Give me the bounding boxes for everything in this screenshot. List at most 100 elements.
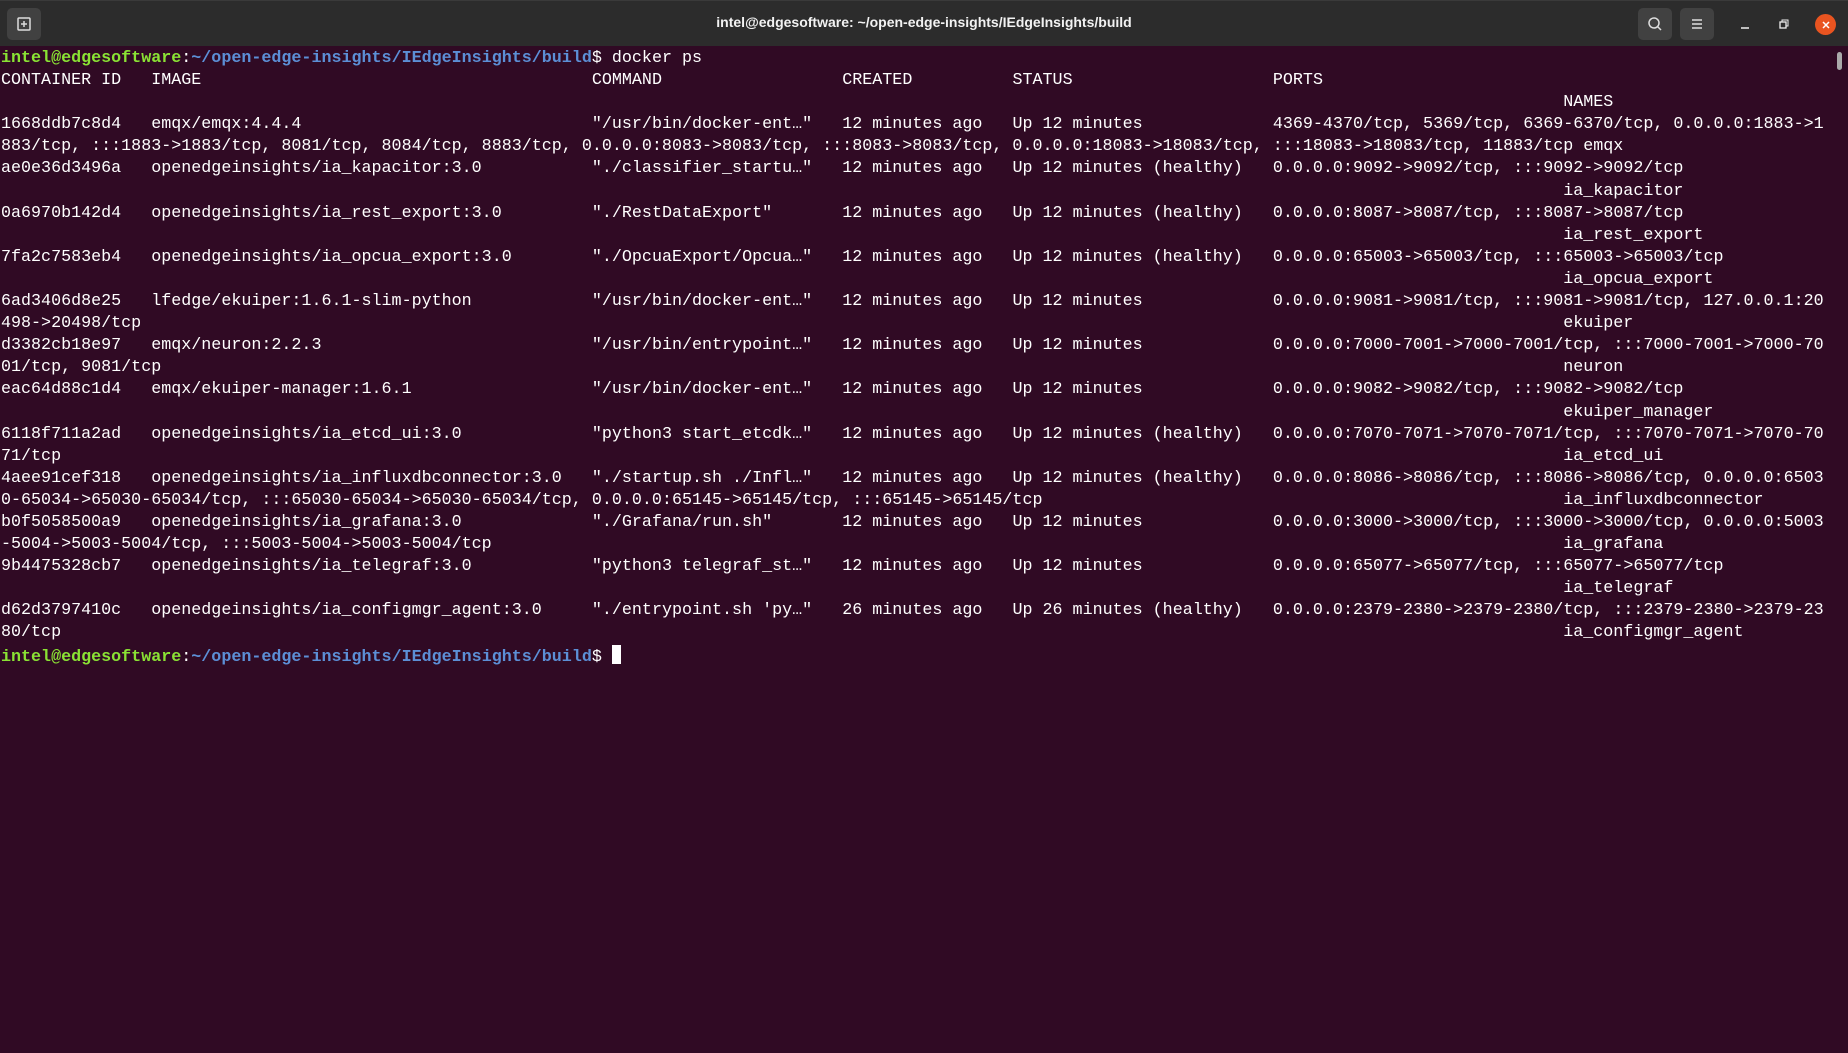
status-cell: Up 12 minutes [1012, 557, 1143, 577]
container-id-cell: eac64d88c1d4 [1, 380, 122, 400]
created-cell: 26 minutes ago [842, 601, 983, 621]
prompt-path: ~/open-edge-insights/IEdgeInsights/build [191, 49, 592, 68]
hamburger-menu-icon [1692, 19, 1702, 29]
status-cell: Up 12 minutes (healthy) [1012, 159, 1243, 179]
command-cell: "/usr/bin/docker-ent…" [591, 115, 813, 135]
status-cell: Up 26 minutes (healthy) [1012, 601, 1243, 621]
command-cell: "./classifier_startu…" [591, 159, 813, 179]
container-id-cell: 4aee91cef318 [1, 468, 122, 488]
container-id-cell: b0f5058500a9 [1, 512, 122, 532]
docker-ps-table: CONTAINER ID IMAGE COMMAND CREATED STATU… [1, 70, 1841, 644]
names-cell: emqx [1583, 137, 1624, 157]
table-row: d62d3797410c openedgeinsights/ia_configm… [1, 600, 1834, 644]
command-cell: "/usr/bin/docker-ent…" [591, 292, 813, 312]
table-row: 7fa2c7583eb4 openedgeinsights/ia_opcua_e… [1, 247, 1834, 291]
close-icon [1821, 20, 1830, 29]
created-cell: 12 minutes ago [842, 468, 983, 488]
ports-cell: PORTS [1272, 71, 1323, 91]
ports-cell: 0.0.0.0:65003->65003/tcp, :::65003->6500… [1272, 247, 1724, 267]
prompt-symbol: $ [591, 49, 612, 68]
prompt-user-host: intel@edgesoftware [1, 647, 182, 667]
container-id-cell: 1668ddb7c8d4 [1, 115, 122, 135]
names-cell: ia_grafana [1563, 535, 1664, 555]
image-cell: openedgeinsights/ia_kapacitor:3.0 [151, 159, 482, 179]
names-cell: ekuiper_manager [1563, 402, 1714, 422]
created-cell: 12 minutes ago [842, 115, 983, 135]
minimize-button[interactable] [1733, 12, 1757, 36]
terminal-output[interactable]: intel@edgesoftware:~/open-edge-insights/… [1, 48, 1841, 667]
maximize-icon [1779, 19, 1789, 29]
command-cell: "./RestDataExport" [591, 203, 773, 223]
created-cell: 12 minutes ago [842, 557, 983, 577]
table-row: d3382cb18e97 emqx/neuron:2.2.3 "/usr/bin… [1, 335, 1834, 379]
status-cell: Up 12 minutes (healthy) [1012, 424, 1243, 444]
created-cell: 12 minutes ago [842, 512, 983, 532]
names-cell: ia_etcd_ui [1563, 446, 1664, 466]
container-id-cell: 9b4475328cb7 [1, 557, 122, 577]
container-id-cell: 7fa2c7583eb4 [1, 247, 122, 267]
ports-cell: 0.0.0.0:9082->9082/tcp, :::9082->9082/tc… [1272, 380, 1684, 400]
image-cell: openedgeinsights/ia_rest_export:3.0 [151, 203, 502, 223]
table-row: 0a6970b142d4 openedgeinsights/ia_rest_ex… [1, 203, 1834, 247]
container-id-cell: 6ad3406d8e25 [1, 292, 122, 312]
search-icon [1648, 17, 1662, 31]
window-title: intel@edgesoftware: ~/open-edge-insights… [716, 14, 1132, 30]
names-cell: ia_opcua_export [1563, 269, 1714, 289]
names-cell: ia_configmgr_agent [1563, 623, 1744, 643]
command-cell: COMMAND [591, 71, 662, 91]
maximize-button[interactable] [1772, 12, 1796, 36]
names-cell: ia_telegraf [1563, 579, 1674, 599]
ports-cell: 0.0.0.0:9092->9092/tcp, :::9092->9092/tc… [1272, 159, 1684, 179]
table-row: 1668ddb7c8d4 emqx/emqx:4.4.4 "/usr/bin/d… [1, 114, 1834, 158]
status-cell: Up 12 minutes (healthy) [1012, 247, 1243, 267]
status-cell: Up 12 minutes [1012, 115, 1143, 135]
table-row: b0f5058500a9 openedgeinsights/ia_grafana… [1, 512, 1834, 556]
created-cell: 12 minutes ago [842, 292, 983, 312]
command-cell: "./OpcuaExport/Opcua…" [591, 247, 813, 267]
status-cell: Up 12 minutes (healthy) [1012, 203, 1243, 223]
names-cell: NAMES [1563, 93, 1614, 113]
search-button[interactable] [1638, 8, 1672, 40]
ports-cell: 0.0.0.0:65077->65077/tcp, :::65077->6507… [1272, 557, 1724, 577]
prompt-path: ~/open-edge-insights/IEdgeInsights/build [191, 647, 592, 667]
ports-cell: 0.0.0.0:8087->8087/tcp, :::8087->8087/tc… [1272, 203, 1684, 223]
command-cell: "./entrypoint.sh 'py…" [591, 601, 813, 621]
image-cell: lfedge/ekuiper:1.6.1-slim-python [151, 292, 472, 312]
table-row: ae0e36d3496a openedgeinsights/ia_kapacit… [1, 158, 1834, 202]
created-cell: CREATED [842, 71, 913, 91]
image-cell: emqx/neuron:2.2.3 [151, 336, 322, 356]
table-header: CONTAINER ID IMAGE COMMAND CREATED STATU… [1, 70, 1834, 114]
table-row: 4aee91cef318 openedgeinsights/ia_influxd… [1, 468, 1834, 512]
prompt-symbol: $ [591, 647, 612, 667]
table-row: 9b4475328cb7 openedgeinsights/ia_telegra… [1, 556, 1834, 600]
scrollbar[interactable] [1837, 52, 1842, 70]
status-cell: STATUS [1012, 71, 1073, 91]
image-cell: emqx/ekuiper-manager:1.6.1 [151, 380, 412, 400]
prompt-separator: : [181, 647, 192, 667]
command-cell: "./Grafana/run.sh" [591, 512, 773, 532]
created-cell: 12 minutes ago [842, 203, 983, 223]
image-cell: openedgeinsights/ia_configmgr_agent:3.0 [151, 601, 542, 621]
names-cell: ia_influxdbconnector [1563, 490, 1764, 510]
table-row: 6118f711a2ad openedgeinsights/ia_etcd_ui… [1, 424, 1834, 468]
container-id-cell: d62d3797410c [1, 601, 122, 621]
table-row: eac64d88c1d4 emqx/ekuiper-manager:1.6.1 … [1, 379, 1834, 423]
image-cell: emqx/emqx:4.4.4 [151, 115, 302, 135]
command-cell: "./startup.sh ./Infl…" [591, 468, 813, 488]
container-id-cell: d3382cb18e97 [1, 336, 122, 356]
status-cell: Up 12 minutes [1012, 512, 1143, 532]
command-cell: "/usr/bin/docker-ent…" [591, 380, 813, 400]
menu-button[interactable] [1680, 8, 1714, 40]
image-cell: IMAGE [151, 71, 202, 91]
image-cell: openedgeinsights/ia_influxdbconnector:3.… [151, 468, 562, 488]
close-button[interactable] [1815, 14, 1836, 35]
status-cell: Up 12 minutes [1012, 292, 1143, 312]
table-row: 6ad3406d8e25 lfedge/ekuiper:1.6.1-slim-p… [1, 291, 1834, 335]
image-cell: openedgeinsights/ia_grafana:3.0 [151, 512, 462, 532]
created-cell: 12 minutes ago [842, 336, 983, 356]
text-cursor [611, 644, 621, 664]
names-cell: ia_rest_export [1563, 225, 1704, 245]
container-id-cell: 0a6970b142d4 [1, 203, 122, 223]
container-id-cell: 6118f711a2ad [1, 424, 122, 444]
prompt-line-current[interactable]: intel@edgesoftware:~/open-edge-insights/… [1, 644, 1841, 667]
